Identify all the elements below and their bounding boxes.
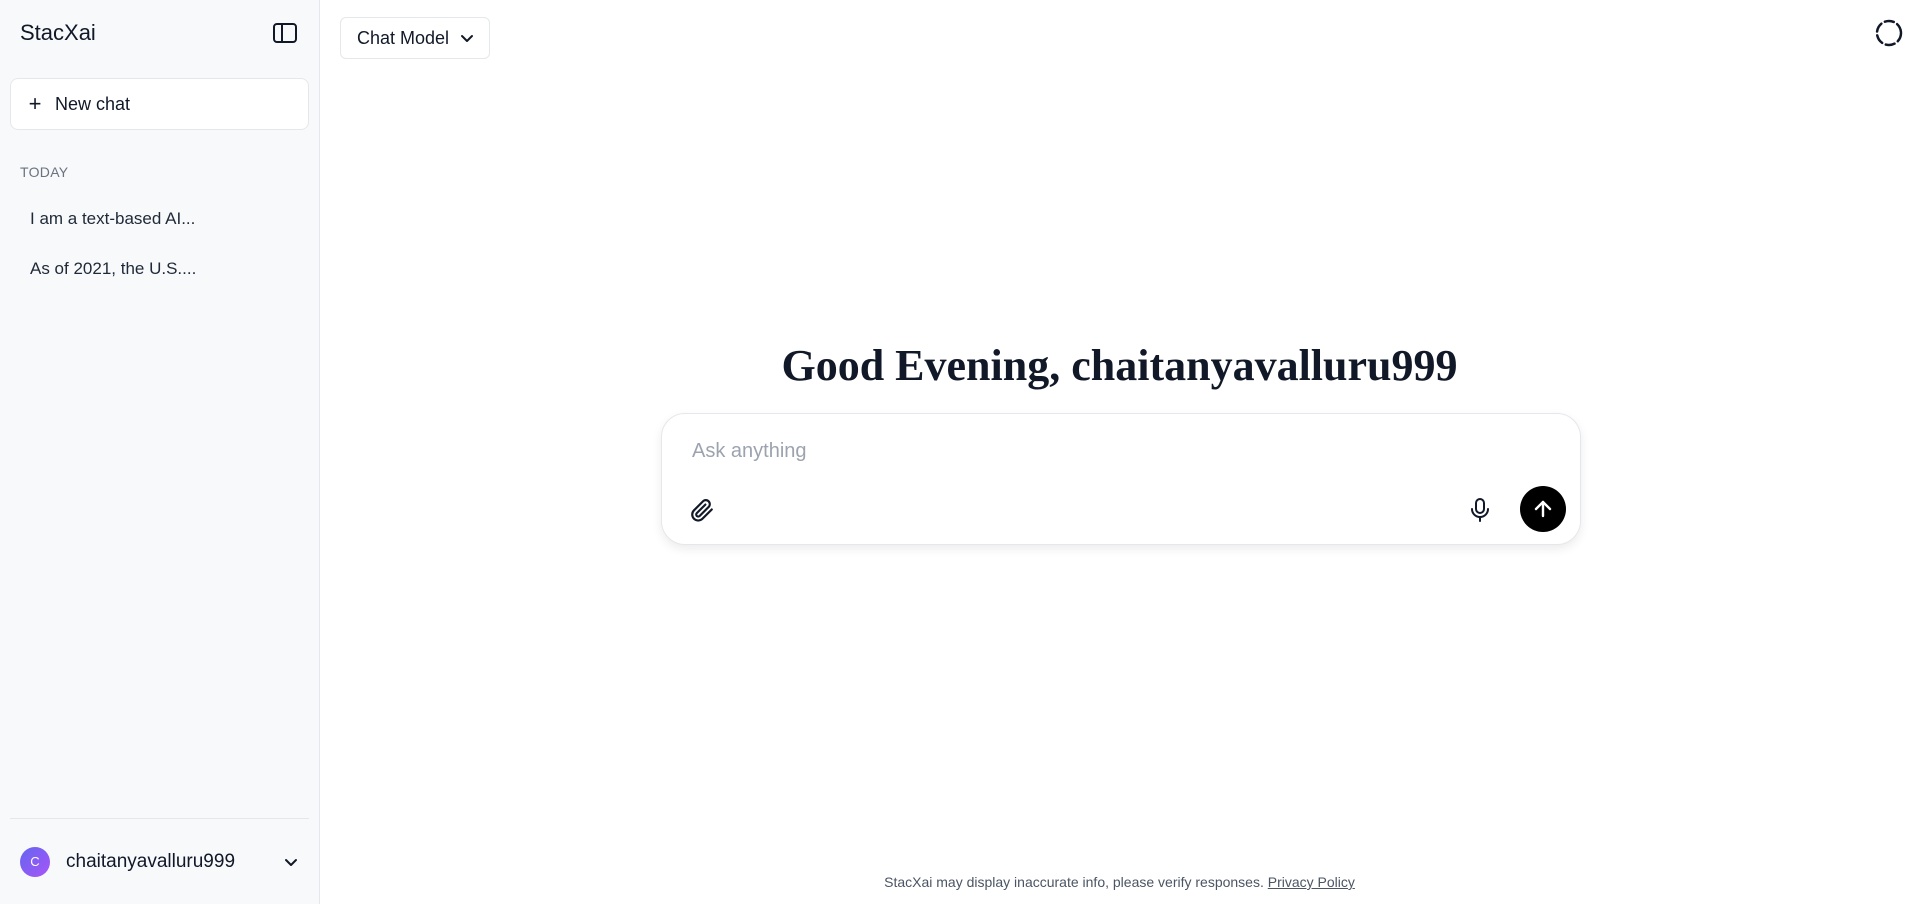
plus-icon: + [28,91,42,116]
sidebar: StacXai + New chat TODAY I am a text-bas… [0,0,320,904]
attach-button[interactable] [686,494,718,526]
app-title: StacXai [20,20,96,45]
paperclip-icon [691,499,713,522]
sidebar-toggle-button[interactable] [271,19,299,47]
chat-history-list: I am a text-based AI... As of 2021, the … [0,194,319,294]
history-item[interactable]: I am a text-based AI... [0,194,319,244]
privacy-policy-link[interactable]: Privacy Policy [1268,874,1355,890]
user-menu[interactable]: C chaitanyavalluru999 [10,818,309,904]
username: chaitanyavalluru999 [66,850,236,872]
avatar: C [20,846,50,877]
disclaimer: StacXai may display inaccurate info, ple… [320,874,1919,890]
new-chat-label: New chat [55,93,131,114]
loader-icon[interactable] [1873,17,1905,49]
greeting-heading: Good Evening, chaitanyavalluru999 [781,341,1458,390]
microphone-button[interactable] [1464,494,1496,526]
chat-composer [661,413,1581,545]
history-item[interactable]: As of 2021, the U.S.... [0,244,319,294]
chevron-down-icon [461,35,474,42]
send-button[interactable] [1520,486,1566,532]
model-selector[interactable]: Chat Model [340,17,491,59]
new-chat-button[interactable]: + New chat [10,78,309,130]
sidebar-toggle-icon [273,23,297,43]
microphone-icon [1471,498,1489,522]
history-section-label: TODAY [20,164,69,180]
chevron-down-icon [285,858,297,866]
sidebar-header: StacXai [0,0,319,66]
chat-input[interactable] [692,440,1512,463]
disclaimer-text: StacXai may display inaccurate info, ple… [884,874,1264,890]
arrow-up-icon [1534,500,1552,518]
model-selector-label: Chat Model [357,27,450,48]
main-area: Chat Model Good Evening, chaitanyavallur… [320,0,1919,904]
